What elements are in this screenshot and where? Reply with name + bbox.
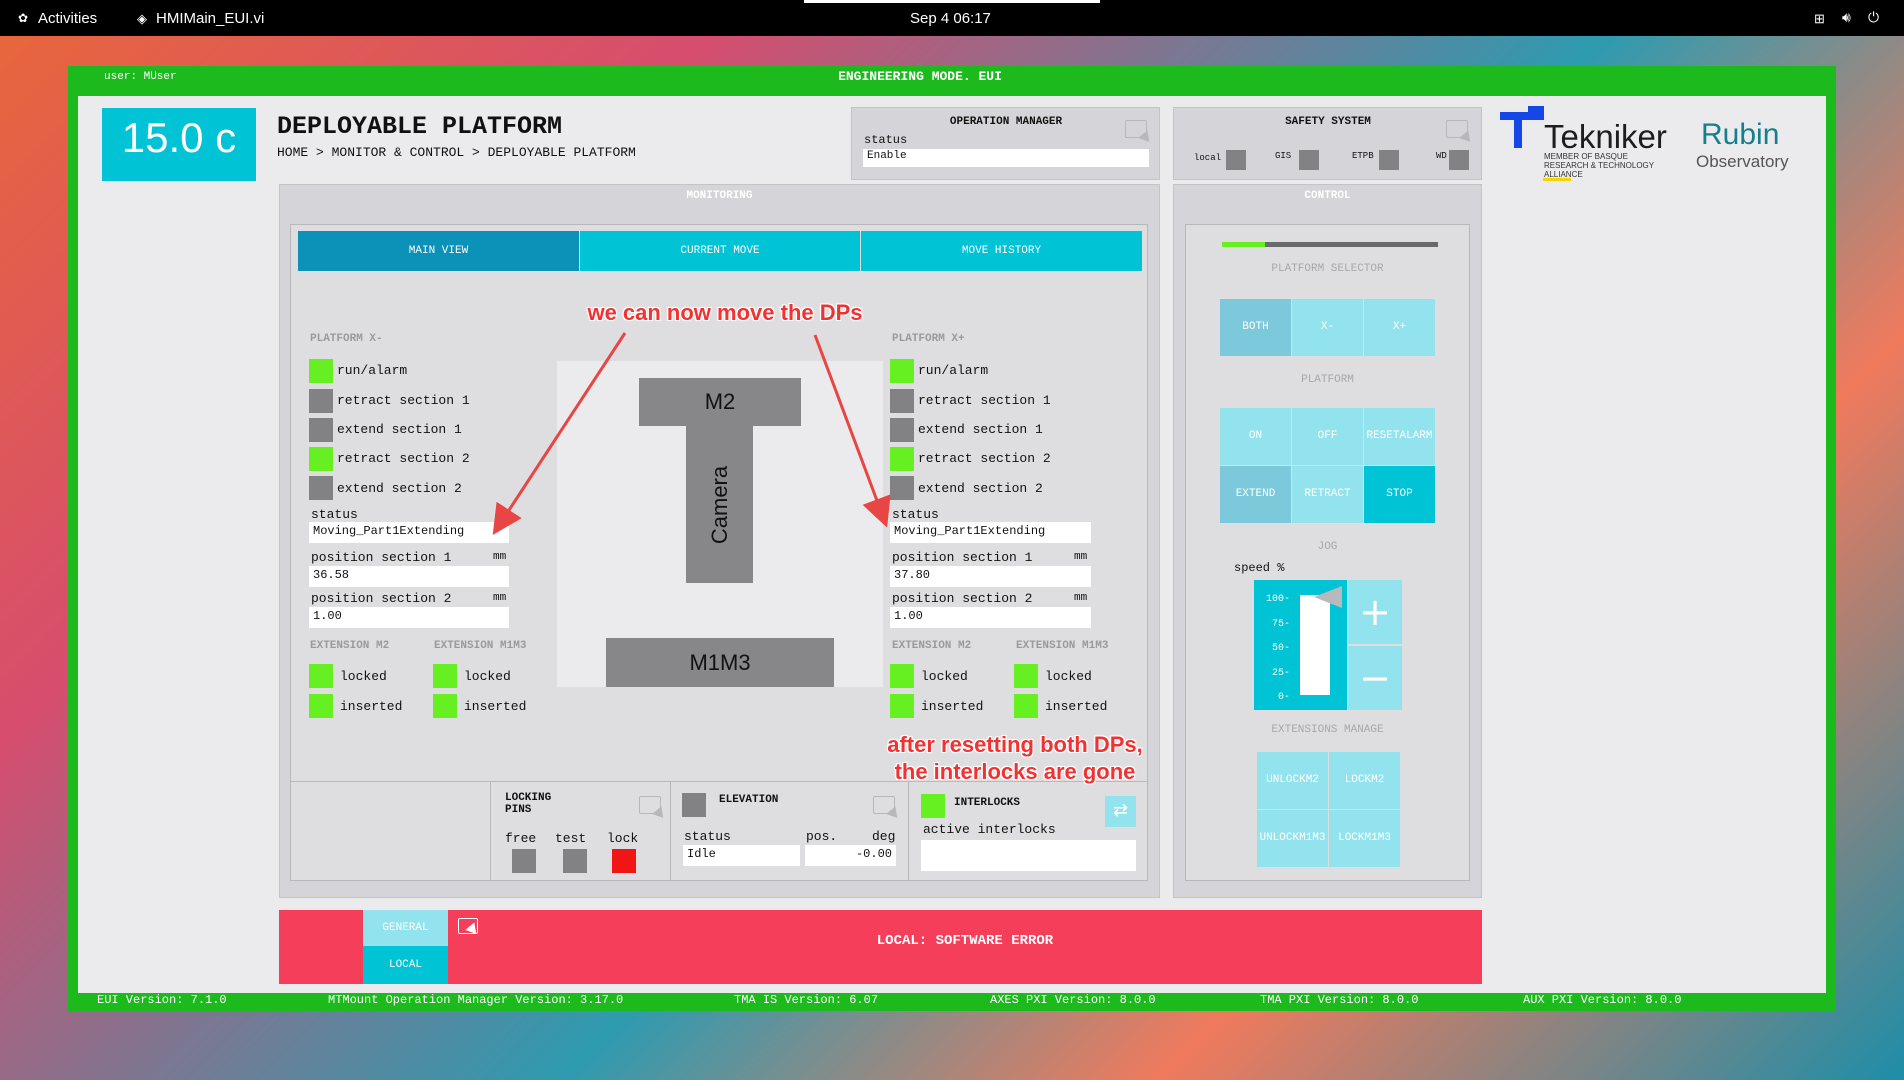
annotation-arrow-right (813, 334, 891, 528)
annotation-arrow-left (492, 332, 627, 536)
annotation-reset-dps: after resetting both DPs, the interlocks … (887, 732, 1143, 784)
annotation-move-dps: we can now move the DPs (587, 300, 863, 325)
annotation-arrows (492, 332, 891, 536)
